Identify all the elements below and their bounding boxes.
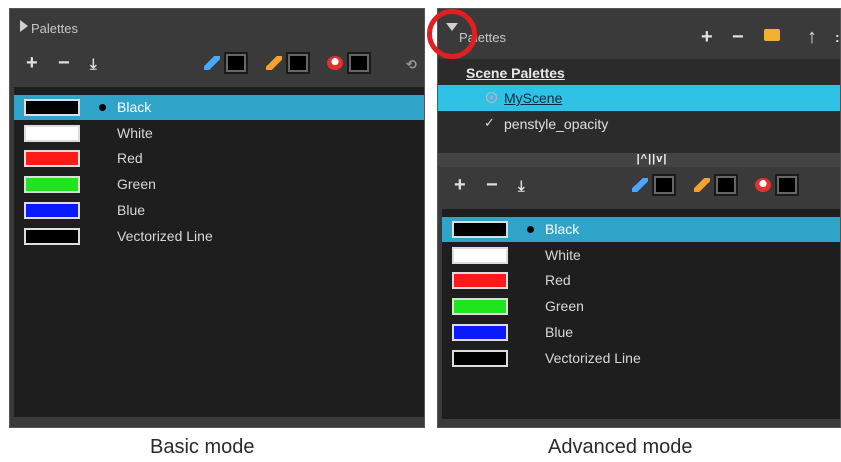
paint-pot-icon [755,178,771,192]
scene-palette-name: penstyle_opacity [504,116,609,132]
color-swatch[interactable] [24,124,80,142]
color-swatch[interactable] [24,227,80,245]
pencil-color-swatch[interactable] [204,52,252,74]
remove-palette-button[interactable]: − [732,27,744,47]
color-list-item[interactable]: Blue [442,320,840,345]
add-palette-button[interactable]: + [701,27,713,47]
color-list-item[interactable]: Vectorized Line [14,224,424,249]
scene-palette-name: MyScene [504,90,563,106]
brush-icon [266,56,282,70]
color-swatch[interactable] [24,99,80,116]
color-name: Red [545,272,571,289]
remove-color-button[interactable]: − [486,175,498,195]
scene-palettes-header[interactable]: Scene Palettes [466,65,565,81]
paint-pot-icon [327,56,343,70]
palette-radio-icon [486,92,497,103]
palette-check-icon: ✓ [484,115,495,130]
overflow-icon[interactable]: : [835,27,840,47]
panel-title: Palettes [31,21,78,36]
palette-splitter[interactable]: |^||v| [438,153,840,167]
basic-titlebar: Palettes [10,9,424,43]
color-list-item[interactable]: Blue [14,198,424,223]
paint-color-swatch[interactable] [327,52,375,74]
advanced-titlebar: Palettes + − ↑ : [438,9,840,47]
scene-palette-item[interactable]: MyScene [438,85,840,111]
color-swatch[interactable] [24,150,80,168]
color-name: Red [117,150,143,167]
move-up-icon[interactable]: ↑ [807,27,817,47]
color-swatch[interactable] [452,323,508,341]
splitter-grip[interactable]: |^||v| [620,153,684,165]
color-list-item[interactable]: White [14,121,424,146]
brush-color-swatch[interactable] [266,52,314,74]
add-color-button[interactable]: + [454,175,466,195]
current-color-dot-icon [527,226,534,233]
expand-arrow-icon[interactable] [20,20,28,32]
import-icon[interactable]: ⤓ [90,55,97,75]
brush-color-square [286,52,310,74]
brush-color-swatch[interactable] [694,174,742,196]
color-swatch[interactable] [452,349,508,367]
basic-mode-caption: Basic mode [150,436,255,458]
scene-palette-item[interactable]: ✓ penstyle_opacity [438,111,840,137]
color-swatch[interactable] [452,221,508,238]
color-swatch[interactable] [452,246,508,264]
color-name: Blue [117,201,146,218]
color-swatch[interactable] [452,272,508,290]
scene-palettes-list: Scene Palettes MyScene ✓ penstyle_opacit… [438,59,840,153]
color-list-item[interactable]: Black [14,95,424,120]
color-name: Black [545,221,580,237]
pencil-color-square [652,174,676,196]
color-list-item[interactable]: Red [14,146,424,171]
color-swatch[interactable] [24,201,80,219]
color-list-item[interactable]: Green [442,294,840,319]
color-list-item[interactable]: White [442,243,840,268]
color-name: Green [545,298,584,315]
pencil-icon [632,178,648,192]
folder-icon[interactable] [764,29,780,41]
brush-color-square [714,174,738,196]
advanced-palettes-panel: Palettes + − ↑ : Scene Palettes MyScene … [437,8,841,428]
import-icon[interactable]: ⤓ [518,177,525,197]
paint-color-square [347,52,371,74]
advanced-color-toolbar: + − ⤓ [438,171,840,199]
color-name: White [117,124,153,141]
brush-icon [694,178,710,192]
color-list-item[interactable]: Black [442,217,840,242]
pencil-color-swatch[interactable] [632,174,680,196]
color-name: Green [117,176,156,193]
color-swatch[interactable] [452,298,508,316]
basic-color-list: Black White Red Green Blue Vectorized Line [14,87,424,417]
current-color-dot-icon [99,104,106,111]
color-list-item[interactable]: Red [442,268,840,293]
color-list-item[interactable]: Vectorized Line [442,346,840,371]
add-color-button[interactable]: + [26,53,38,73]
remove-color-button[interactable]: − [58,53,70,73]
color-name: Vectorized Line [117,227,213,244]
pencil-color-square [224,52,248,74]
advanced-mode-caption: Advanced mode [548,436,693,458]
basic-toolbar: + − ⤓ ⟲ [10,49,424,77]
sync-icon[interactable]: ⟲ [406,55,417,75]
paint-color-swatch[interactable] [755,174,803,196]
color-name: White [545,246,581,263]
color-swatch[interactable] [24,176,80,194]
basic-palettes-panel: Palettes + − ⤓ ⟲ Black White Red Green Blue V… [9,8,425,428]
advanced-color-list: Black White Red Green Blue Vectorized Line [442,209,840,419]
paint-color-square [775,174,799,196]
highlight-circle [427,9,477,59]
color-name: Black [117,99,152,115]
color-name: Blue [545,323,574,340]
pencil-icon [204,56,220,70]
color-name: Vectorized Line [545,349,641,366]
color-list-item[interactable]: Green [14,172,424,197]
